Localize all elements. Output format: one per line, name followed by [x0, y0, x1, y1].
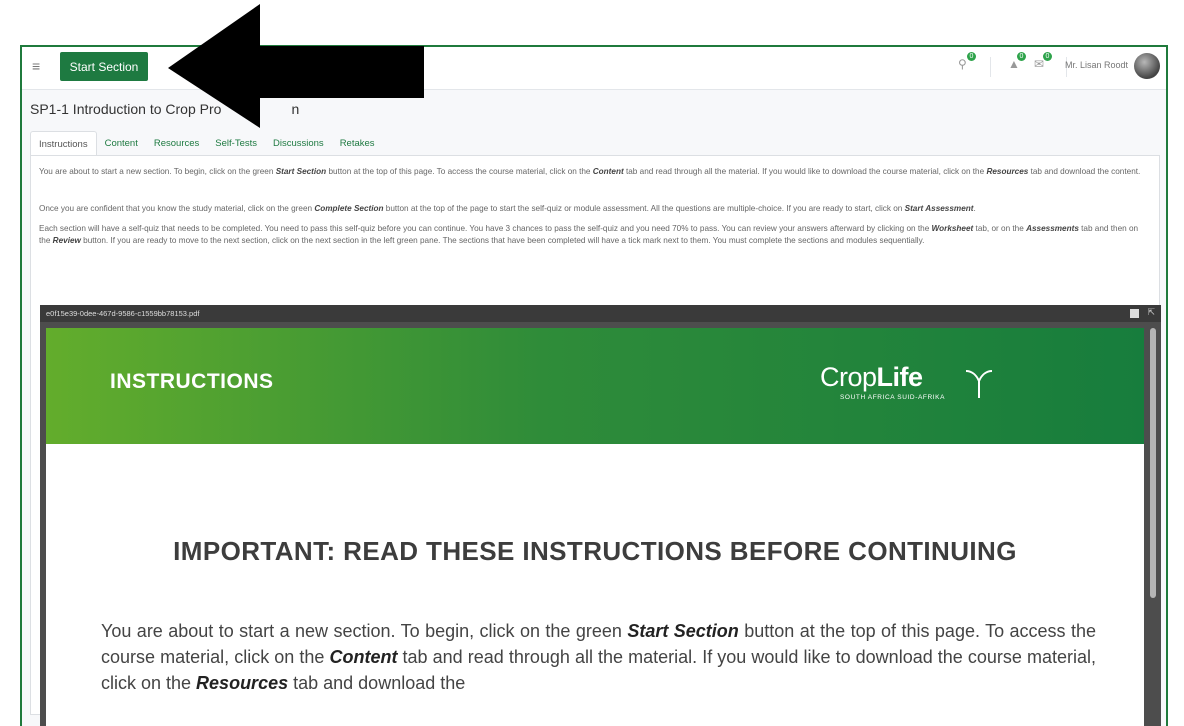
instructions-paragraph-2: Once you are confident that you know the… [39, 203, 1149, 215]
emphasis: Worksheet [931, 224, 974, 233]
emphasis: Review [52, 235, 81, 245]
tab-discussions[interactable]: Discussions [265, 131, 332, 156]
pdf-banner: INSTRUCTIONS CropLife SOUTH AFRICA SUID-… [46, 328, 1144, 444]
pdf-viewer[interactable]: e0f15e39-0dee-467d-9586-c1559bb78153.pdf… [40, 305, 1161, 726]
text: tab and read through all the material. I… [623, 167, 987, 176]
instructions-paragraph-1: You are about to start a new section. To… [39, 166, 1149, 178]
tab-bar: Instructions Content Resources Self-Test… [30, 131, 383, 158]
text: tab and download the [288, 673, 466, 693]
tab-self-tests[interactable]: Self-Tests [207, 131, 265, 156]
app-frame: ≡ Start Section ⚲ 0 ▲ 0 ✉ 0 Mr. Lisan Roodt… [20, 45, 1168, 726]
text: You are about to start a new section. To… [39, 167, 276, 176]
cart-icon[interactable]: ⚲ 0 [958, 52, 976, 71]
start-section-button[interactable]: Start Section [60, 52, 148, 81]
messages-badge: 0 [1043, 52, 1052, 61]
logo-text-bold: Life [876, 362, 924, 392]
banner-title: INSTRUCTIONS [110, 370, 274, 393]
emphasis: Resources [196, 673, 289, 693]
text: button. If you are ready to move to the … [80, 235, 925, 245]
text: tab and download the content. [1028, 167, 1141, 176]
instructions-paragraph-3: Each section will have a self-quiz that … [39, 223, 1149, 246]
user-name[interactable]: Mr. Lisan Roodt [1065, 60, 1128, 70]
document-body: You are about to start a new section. To… [101, 618, 1096, 696]
pdf-page: INSTRUCTIONS CropLife SOUTH AFRICA SUID-… [46, 328, 1144, 726]
tab-retakes[interactable]: Retakes [332, 131, 383, 156]
emphasis: Start Assessment [904, 204, 974, 213]
notifications-icon[interactable]: ▲ 0 [1008, 52, 1026, 71]
text: tab, or on the [973, 224, 1027, 233]
messages-icon[interactable]: ✉ 0 [1034, 52, 1052, 71]
emphasis: Assessments [1026, 224, 1079, 233]
text: You are about to start a new section. To… [101, 621, 628, 641]
tab-content[interactable]: Content [97, 131, 146, 156]
emphasis: Start Section [627, 621, 739, 641]
logo-text: Crop [820, 362, 877, 392]
menu-icon[interactable]: ≡ [32, 58, 40, 74]
text: button at the top of the page to start t… [383, 204, 905, 213]
fullscreen-icon[interactable]: ⇱ [1147, 307, 1155, 318]
emphasis: Complete Section [314, 204, 384, 213]
tab-resources[interactable]: Resources [146, 131, 207, 156]
sprout-logo-icon [965, 370, 993, 398]
croplife-logo: CropLife SOUTH AFRICA SUID-AFRIKA [820, 362, 1010, 422]
notifications-badge: 0 [1017, 52, 1026, 61]
pdf-scrollbar[interactable] [1150, 328, 1156, 598]
pdf-download-icon[interactable] [1130, 309, 1139, 318]
text: Each section will have a self-quiz that … [39, 224, 932, 233]
avatar[interactable] [1134, 53, 1160, 79]
separator [990, 57, 991, 77]
emphasis: Start Section [275, 167, 327, 176]
emphasis: Content [592, 167, 624, 176]
pointer-arrow-icon [168, 4, 424, 128]
tab-instructions[interactable]: Instructions [30, 131, 97, 158]
pdf-filename: e0f15e39-0dee-467d-9586-c1559bb78153.pdf [46, 309, 200, 318]
pdf-toolbar: e0f15e39-0dee-467d-9586-c1559bb78153.pdf… [40, 305, 1161, 322]
document-heading: IMPORTANT: READ THESE INSTRUCTIONS BEFOR… [173, 536, 1017, 566]
text: . [973, 204, 976, 213]
emphasis: Content [329, 647, 398, 667]
text: button at the top of this page. To acces… [326, 167, 593, 176]
cart-badge: 0 [967, 52, 976, 61]
emphasis: Resources [986, 167, 1029, 176]
text: Once you are confident that you know the… [39, 204, 315, 213]
